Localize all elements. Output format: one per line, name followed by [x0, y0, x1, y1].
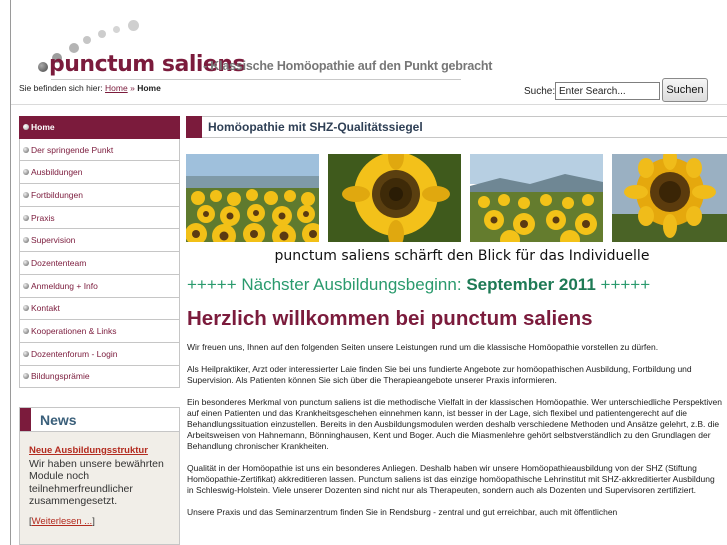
- bullet-icon: [23, 169, 29, 176]
- news-title: News: [40, 411, 77, 428]
- main-content: Wir freuen uns, Ihnen auf den folgenden …: [187, 342, 723, 529]
- announcement-suffix: +++++: [600, 275, 651, 294]
- news-header-accent: [20, 408, 31, 431]
- bullet-icon: [23, 350, 29, 357]
- section-header: Homöopathie mit SHZ-Qualitätssiegel: [186, 116, 727, 138]
- bullet-icon: [23, 124, 29, 131]
- bullet-icon: [23, 328, 29, 335]
- content-paragraph: Wir freuen uns, Ihnen auf den folgenden …: [187, 342, 659, 352]
- search-input[interactable]: [555, 82, 660, 100]
- sunflower-field-photo-1: [186, 154, 319, 242]
- content-paragraph: Unsere Praxis und das Seminarzentrum fin…: [187, 507, 618, 517]
- bullet-icon: [23, 214, 29, 221]
- content-paragraph: Ein besonderes Merkmal von punctum salie…: [187, 397, 722, 451]
- logo-underline: [51, 79, 461, 80]
- nav-item-praxis[interactable]: Praxis: [19, 206, 180, 230]
- content-paragraph: Als Heilpraktiker, Arzt oder interessier…: [187, 364, 692, 385]
- bullet-icon: [23, 191, 29, 198]
- bullet-icon: [23, 282, 29, 289]
- section-title: Homöopathie mit SHZ-Qualitätssiegel: [208, 120, 423, 134]
- sunflower-sky-photo: [612, 154, 727, 242]
- nav-item-fortbildungen[interactable]: Fortbildungen: [19, 184, 180, 207]
- tagline: punctum saliens schärft den Blick für da…: [186, 244, 727, 270]
- search-label: Suche:: [524, 86, 556, 97]
- photo-strip: [186, 154, 727, 242]
- sunflower-field-photo-2: [470, 154, 603, 242]
- nav-item-kooperationen-links[interactable]: Kooperationen & Links: [19, 320, 180, 343]
- nav-item-supervision[interactable]: Supervision: [19, 229, 180, 253]
- page-frame: punctum saliens - Klassische Homöopathie…: [10, 0, 727, 545]
- logo-subtitle: - Klassische Homöopathie auf den Punkt g…: [203, 59, 493, 73]
- announcement-date: September 2011: [466, 275, 596, 294]
- news-header: News: [20, 408, 179, 432]
- news-read-more-link[interactable]: Weiterlesen ...: [32, 516, 93, 527]
- sidebar-nav: Home Der springende Punkt Ausbildungen F…: [19, 116, 180, 389]
- nav-item-dozententeam[interactable]: Dozententeam: [19, 252, 180, 275]
- bullet-icon: [23, 237, 29, 244]
- breadcrumb-current: Home: [137, 83, 161, 93]
- bullet-icon: [23, 305, 29, 312]
- nav-item-der-springende-punkt[interactable]: Der springende Punkt: [19, 138, 180, 162]
- nav-item-home[interactable]: Home: [19, 116, 180, 139]
- news-body: Neue Ausbildungsstruktur Wir haben unser…: [20, 432, 179, 528]
- nav-item-anmeldung-info[interactable]: Anmeldung + Info: [19, 274, 180, 298]
- news-box: News Neue Ausbildungsstruktur Wir haben …: [19, 407, 180, 545]
- nav-item-kontakt[interactable]: Kontakt: [19, 297, 180, 321]
- section-header-accent: [186, 116, 202, 138]
- nav-item-bildungspraemie[interactable]: Bildungsprämie: [19, 365, 180, 389]
- nav-item-dozentenforum-login[interactable]: Dozentenforum - Login: [19, 342, 180, 366]
- announcement: +++++ Nächster Ausbildungsbeginn: Septem…: [187, 275, 650, 295]
- announcement-prefix: +++++ Nächster Ausbildungsbeginn:: [187, 275, 462, 294]
- nav-item-ausbildungen[interactable]: Ausbildungen: [19, 161, 180, 185]
- welcome-heading: Herzlich willkommen bei punctum saliens: [187, 307, 593, 330]
- breadcrumb-home-link[interactable]: Home: [105, 83, 128, 93]
- search-button[interactable]: Suchen: [662, 78, 708, 102]
- news-read-more: [Weiterlesen ...]: [29, 515, 95, 527]
- header-divider: [11, 104, 727, 105]
- bullet-icon: [23, 373, 29, 380]
- content-paragraph: Qualität in der Homöopathie ist uns ein …: [187, 463, 715, 495]
- breadcrumb: Sie befinden sich hier: Home » Home: [19, 83, 161, 93]
- breadcrumb-separator: »: [130, 83, 135, 93]
- news-headline-link[interactable]: Neue Ausbildungsstruktur: [29, 445, 148, 456]
- bullet-icon: [23, 259, 29, 266]
- bullet-icon: [23, 146, 29, 153]
- sunflower-closeup-photo: [328, 154, 461, 242]
- news-text: Wir haben unsere bewährten Module noch t…: [29, 457, 164, 508]
- breadcrumb-prefix: Sie befinden sich hier:: [19, 83, 103, 93]
